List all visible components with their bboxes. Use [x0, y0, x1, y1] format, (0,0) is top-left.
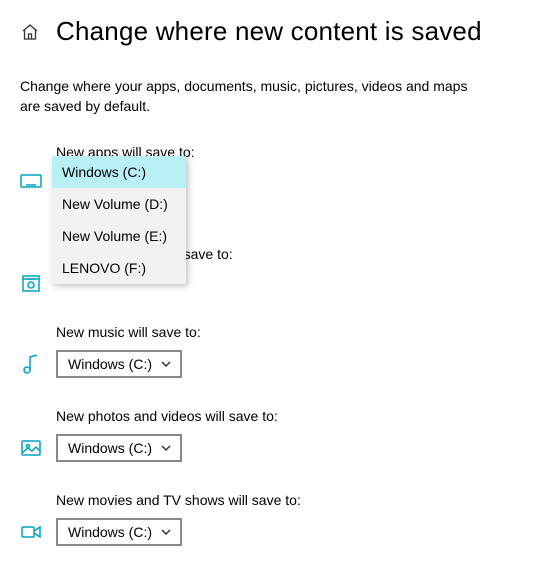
drive-option-f[interactable]: LENOVO (F:) — [52, 252, 186, 284]
movies-label: New movies and TV shows will save to: — [56, 492, 522, 508]
apps-icon — [20, 170, 42, 192]
photos-label: New photos and videos will save to: — [56, 408, 522, 424]
apps-drive-menu[interactable]: Windows (C:) New Volume (D:) New Volume … — [52, 156, 186, 284]
photos-drive-value: Windows (C:) — [68, 440, 152, 456]
page-description: Change where your apps, documents, music… — [20, 77, 490, 116]
movies-drive-dropdown[interactable]: Windows (C:) — [56, 518, 182, 546]
chevron-down-icon — [160, 358, 172, 370]
music-icon — [20, 353, 42, 375]
photos-icon — [20, 437, 42, 459]
photos-drive-dropdown[interactable]: Windows (C:) — [56, 434, 182, 462]
movies-drive-value: Windows (C:) — [68, 524, 152, 540]
music-drive-value: Windows (C:) — [68, 356, 152, 372]
home-icon[interactable] — [20, 22, 40, 42]
music-label: New music will save to: — [56, 324, 522, 340]
page-title: Change where new content is saved — [56, 16, 482, 47]
movies-icon — [20, 521, 42, 543]
documents-label-fragment: save to: — [184, 246, 233, 262]
chevron-down-icon — [160, 442, 172, 454]
drive-option-e[interactable]: New Volume (E:) — [52, 220, 186, 252]
documents-icon — [20, 272, 42, 294]
chevron-down-icon — [160, 526, 172, 538]
drive-option-c[interactable]: Windows (C:) — [52, 156, 186, 188]
music-drive-dropdown[interactable]: Windows (C:) — [56, 350, 182, 378]
drive-option-d[interactable]: New Volume (D:) — [52, 188, 186, 220]
